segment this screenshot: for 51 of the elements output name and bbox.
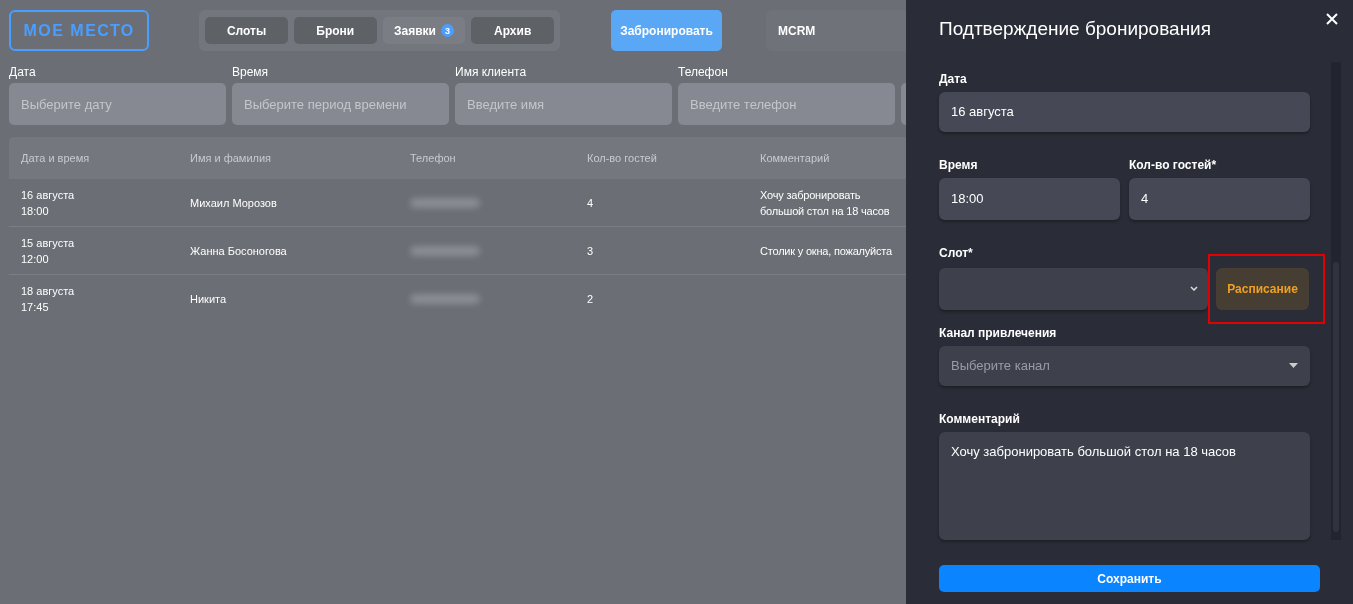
table-cell-text: Хочу забронировать большой стол на 18 часов [760,187,891,219]
table-cell-text: Никита [190,291,228,307]
slot-select[interactable] [939,267,1208,310]
field-label: Кол-во гостей* [1129,157,1218,172]
close-icon[interactable] [1326,13,1338,25]
input-field[interactable]: Выберите дату [9,83,226,125]
nav-tab[interactable]: Архив [471,17,554,44]
column-header: Имя и фамилия [189,152,273,164]
input-field[interactable]: Введите имя [455,83,672,125]
nav-tab[interactable]: Брони [293,17,377,44]
field-label: Дата [939,72,968,86]
caret-down-icon [1289,363,1298,369]
crm-button[interactable]: MCRM [766,10,906,51]
table-cell-text: 18:00 [21,203,50,219]
column-header: Дата и время [20,152,91,164]
table-cell-text: 18 августа [21,283,76,299]
table-cell-text: Жанна Босоногова [190,243,288,259]
nav-tab[interactable]: Заявки 3 [382,17,466,44]
table-cell-text: 12:00 [21,251,50,267]
field-label: Слот* [939,245,974,260]
input-field[interactable]: Введите телефон [678,83,895,125]
field-label: Комментарий [939,411,1021,426]
field-label: Время [232,65,270,78]
field-label: Время [939,157,979,172]
table-cell-text: 3 [587,243,595,259]
count-badge: 3 [440,24,454,37]
save-button[interactable]: Сохранить [939,565,1320,592]
chevron-down-icon [1190,286,1198,292]
table-cell-text: 17:45 [21,299,50,315]
comment-field[interactable]: Хочу забронировать большой стол на 18 часов [939,431,1310,540]
table-cell-text: 15 августа [21,235,76,251]
column-header: Кол-во гостей [586,152,658,164]
field-label: Дата [9,65,37,78]
table-cell-text: Михаил Морозов [190,195,278,211]
field-label: Канал привлечения [939,325,1058,340]
field-label: Телефон [678,65,729,78]
table-cell-text: 16 августа [21,187,76,203]
column-header: Комментарий [759,152,831,164]
input-field[interactable]: 18:00 [939,177,1120,220]
column-header: Телефон [409,152,457,164]
input-field[interactable]: Выберите период времени [232,83,449,125]
table-cell-text: 4 [587,195,595,211]
schedule-button[interactable]: Расписание [1216,267,1309,310]
nav-tab[interactable]: Слоты [205,17,288,44]
panel-title: Подтверждение бронирования [939,18,1212,40]
table-cell-text: 2 [587,291,595,307]
field-label: Имя клиента [455,65,528,78]
input-field[interactable]: 16 августа [939,92,1310,132]
table-cell-text: Столик у окна, пожалуйста [760,243,893,259]
input-field[interactable]: 4 [1129,177,1310,220]
channel-select[interactable]: Выберите канал [939,345,1310,386]
